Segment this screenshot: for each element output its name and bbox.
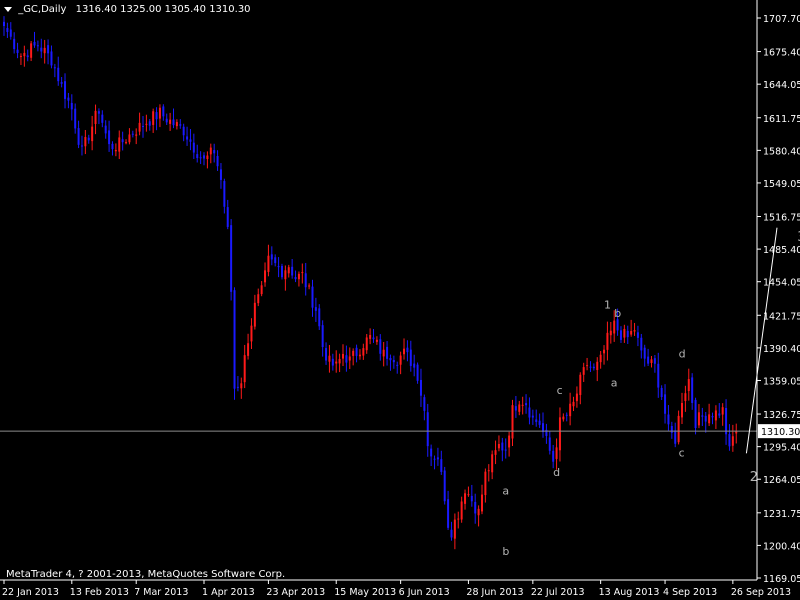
price-chart[interactable]: abcd1badc23 1707.701675.401644.051611.75…: [0, 0, 800, 600]
candle: [233, 287, 236, 400]
price-tick-label: 1516.75: [763, 213, 800, 224]
ohlc-values: 1316.40 1325.00 1305.40 1310.30: [75, 4, 251, 15]
time-tick-label: 23 Apr 2013: [266, 587, 325, 598]
time-tick-label: 13 Feb 2013: [70, 587, 129, 598]
copyright-text: MetaTrader 4, ? 2001-2013, MetaQuotes So…: [6, 569, 286, 580]
price-tick-label: 1421.75: [763, 311, 800, 322]
wave-label: c: [557, 384, 563, 397]
price-tick-label: 1359.05: [763, 376, 800, 387]
time-tick-label: 4 Sep 2013: [663, 587, 717, 598]
wave-label: d: [553, 466, 560, 479]
price-tick-label: 1707.70: [763, 14, 800, 25]
wave-label: d: [679, 347, 686, 360]
price-tick-label: 1675.40: [763, 48, 800, 59]
price-tick-label: 1580.40: [763, 146, 800, 157]
wave-label: b: [502, 545, 509, 558]
time-tick-label: 1 Apr 2013: [202, 587, 255, 598]
wave-label: a: [611, 377, 618, 390]
current-price-label: 1310.30: [761, 427, 800, 438]
wave-label: a: [502, 485, 509, 498]
price-tick-label: 1169.05: [763, 574, 800, 585]
candle: [443, 466, 446, 505]
wave-label: c: [679, 446, 685, 459]
price-tick-label: 1264.05: [763, 475, 800, 486]
candle: [416, 362, 419, 384]
time-tick-label: 7 Mar 2013: [134, 587, 188, 598]
time-tick-label: 13 Aug 2013: [599, 587, 660, 598]
chevron-down-icon[interactable]: [4, 7, 12, 12]
time-tick-label: 6 Jun 2013: [399, 587, 450, 598]
time-tick-label: 22 Jul 2013: [531, 587, 585, 598]
chart-background: [0, 0, 800, 600]
time-tick-label: 26 Sep 2013: [731, 587, 791, 598]
price-tick-label: 1231.75: [763, 509, 800, 520]
price-tick-label: 1200.40: [763, 541, 800, 552]
price-tick-label: 1611.75: [763, 114, 800, 125]
price-tick-label: 1644.05: [763, 80, 800, 91]
candle: [280, 263, 283, 280]
chart-header: _GC,Daily 1316.40 1325.00 1305.40 1310.3…: [4, 4, 251, 16]
time-tick-label: 15 May 2013: [334, 587, 396, 598]
price-tick-label: 1485.40: [763, 245, 800, 256]
price-tick-label: 1390.40: [763, 344, 800, 355]
wave-label: b: [614, 307, 621, 320]
price-tick-label: 1295.40: [763, 443, 800, 454]
price-tick-label: 1326.75: [763, 410, 800, 421]
time-tick-label: 28 Jun 2013: [466, 587, 523, 598]
wave-label: 1: [604, 299, 611, 312]
symbol-label: _GC,Daily: [18, 4, 67, 15]
price-tick-label: 1549.05: [763, 179, 800, 190]
time-tick-label: 22 Jan 2013: [2, 587, 59, 598]
price-tick-label: 1454.05: [763, 278, 800, 289]
candle: [230, 219, 233, 301]
